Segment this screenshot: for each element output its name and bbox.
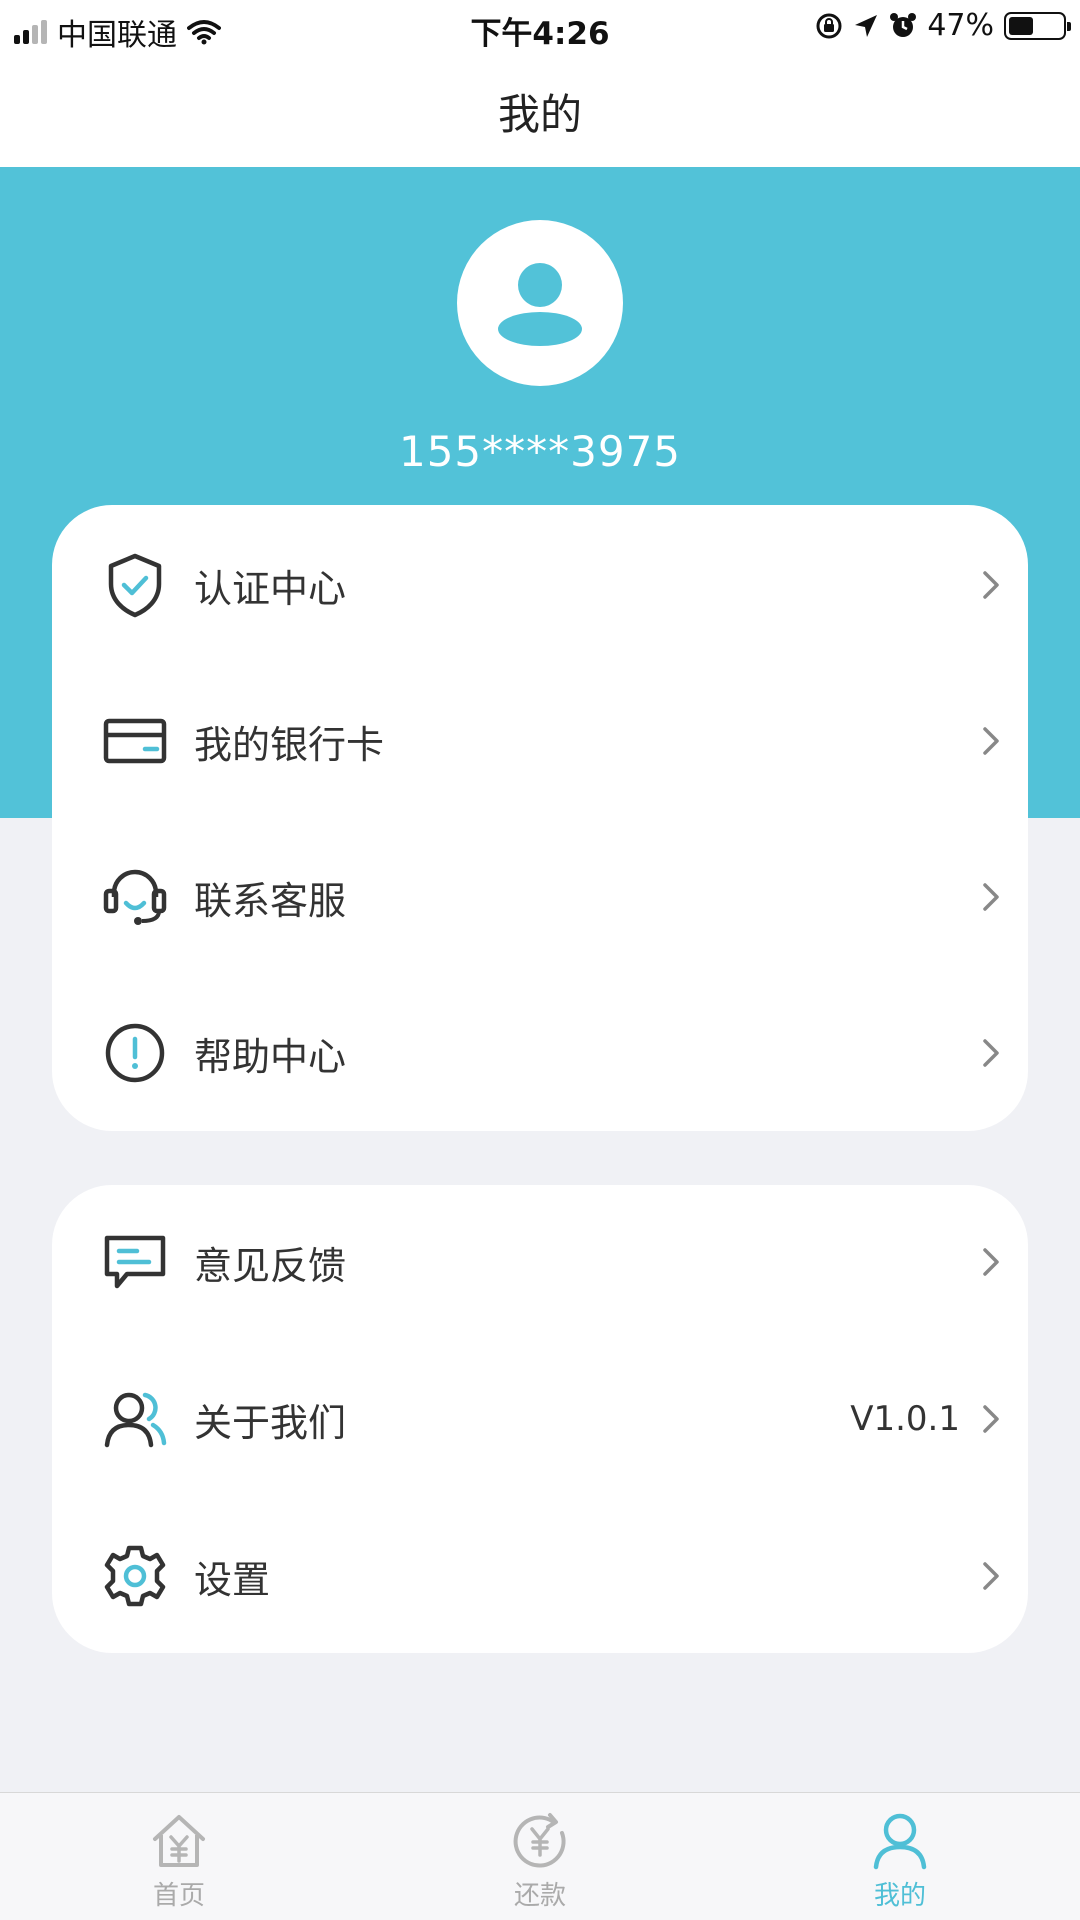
chevron-right-icon bbox=[983, 571, 999, 599]
rotation-lock-icon bbox=[816, 13, 842, 38]
menu-item-label: 联系客服 bbox=[194, 878, 347, 923]
home-yen-icon bbox=[153, 1815, 205, 1867]
tab-repay[interactable]: 还款 bbox=[440, 1793, 640, 1920]
alarm-icon bbox=[890, 12, 917, 37]
page: 中国联通 下午4:26 47% 我的 155****3975 认证中心 我的银行… bbox=[0, 0, 1080, 1920]
chevron-right-icon bbox=[983, 1039, 999, 1067]
battery-icon bbox=[1004, 11, 1071, 40]
chevron-right-icon bbox=[983, 1248, 999, 1276]
phone-number: 155****3975 bbox=[398, 427, 682, 476]
tab-label: 首页 bbox=[152, 1881, 205, 1911]
tab-label: 还款 bbox=[513, 1881, 566, 1911]
location-icon bbox=[855, 14, 878, 37]
tab-home[interactable]: 首页 bbox=[79, 1793, 279, 1920]
menu-item-label: 关于我们 bbox=[194, 1400, 347, 1445]
menu-item-label: 帮助中心 bbox=[194, 1034, 347, 1079]
chevron-right-icon bbox=[983, 1562, 999, 1590]
menu-item-label: 设置 bbox=[194, 1557, 271, 1602]
info-circle-icon bbox=[102, 1020, 168, 1086]
battery-percent: 47% bbox=[927, 8, 994, 43]
chevron-right-icon bbox=[983, 883, 999, 911]
menu-item-label: 认证中心 bbox=[194, 566, 347, 611]
user-avatar-icon bbox=[498, 263, 582, 346]
status-bar: 中国联通 下午4:26 47% bbox=[0, 0, 1080, 55]
menu-item-about-us[interactable]: 关于我们 V1.0.1 bbox=[52, 1359, 1028, 1479]
menu-card-primary: 认证中心 我的银行卡 联系客服 帮助中心 bbox=[52, 505, 1028, 1131]
page-title: 我的 bbox=[497, 89, 582, 139]
menu-item-feedback[interactable]: 意见反馈 bbox=[52, 1202, 1028, 1322]
repay-yen-icon bbox=[513, 1813, 566, 1868]
menu-item-bank-card[interactable]: 我的银行卡 bbox=[52, 681, 1028, 801]
version-label: V1.0.1 bbox=[850, 1399, 960, 1439]
user-icon bbox=[873, 1813, 927, 1870]
feedback-icon bbox=[102, 1229, 168, 1295]
chevron-right-icon bbox=[983, 1405, 999, 1433]
avatar[interactable] bbox=[457, 220, 623, 386]
headset-icon bbox=[102, 864, 168, 930]
tab-mine[interactable]: 我的 bbox=[800, 1793, 1000, 1920]
menu-item-settings[interactable]: 设置 bbox=[52, 1516, 1028, 1636]
menu-card-secondary: 意见反馈 关于我们 V1.0.1 设置 bbox=[52, 1185, 1028, 1653]
menu-item-customer-service[interactable]: 联系客服 bbox=[52, 837, 1028, 957]
tab-label: 我的 bbox=[873, 1881, 926, 1911]
menu-item-help-center[interactable]: 帮助中心 bbox=[52, 993, 1028, 1113]
status-right: 47% bbox=[815, 8, 1071, 43]
tab-bar: 首页 还款 我的 bbox=[0, 1792, 1080, 1920]
gear-icon bbox=[102, 1543, 168, 1609]
nav-bar: 我的 bbox=[0, 55, 1080, 167]
menu-item-label: 我的银行卡 bbox=[194, 722, 385, 767]
menu-item-label: 意见反馈 bbox=[194, 1243, 347, 1288]
menu-item-certification[interactable]: 认证中心 bbox=[52, 525, 1028, 645]
battery-fill bbox=[1009, 16, 1034, 35]
chevron-right-icon bbox=[983, 727, 999, 755]
bank-card-icon bbox=[102, 708, 168, 774]
shield-check-icon bbox=[102, 552, 168, 618]
about-us-icon bbox=[102, 1386, 168, 1452]
